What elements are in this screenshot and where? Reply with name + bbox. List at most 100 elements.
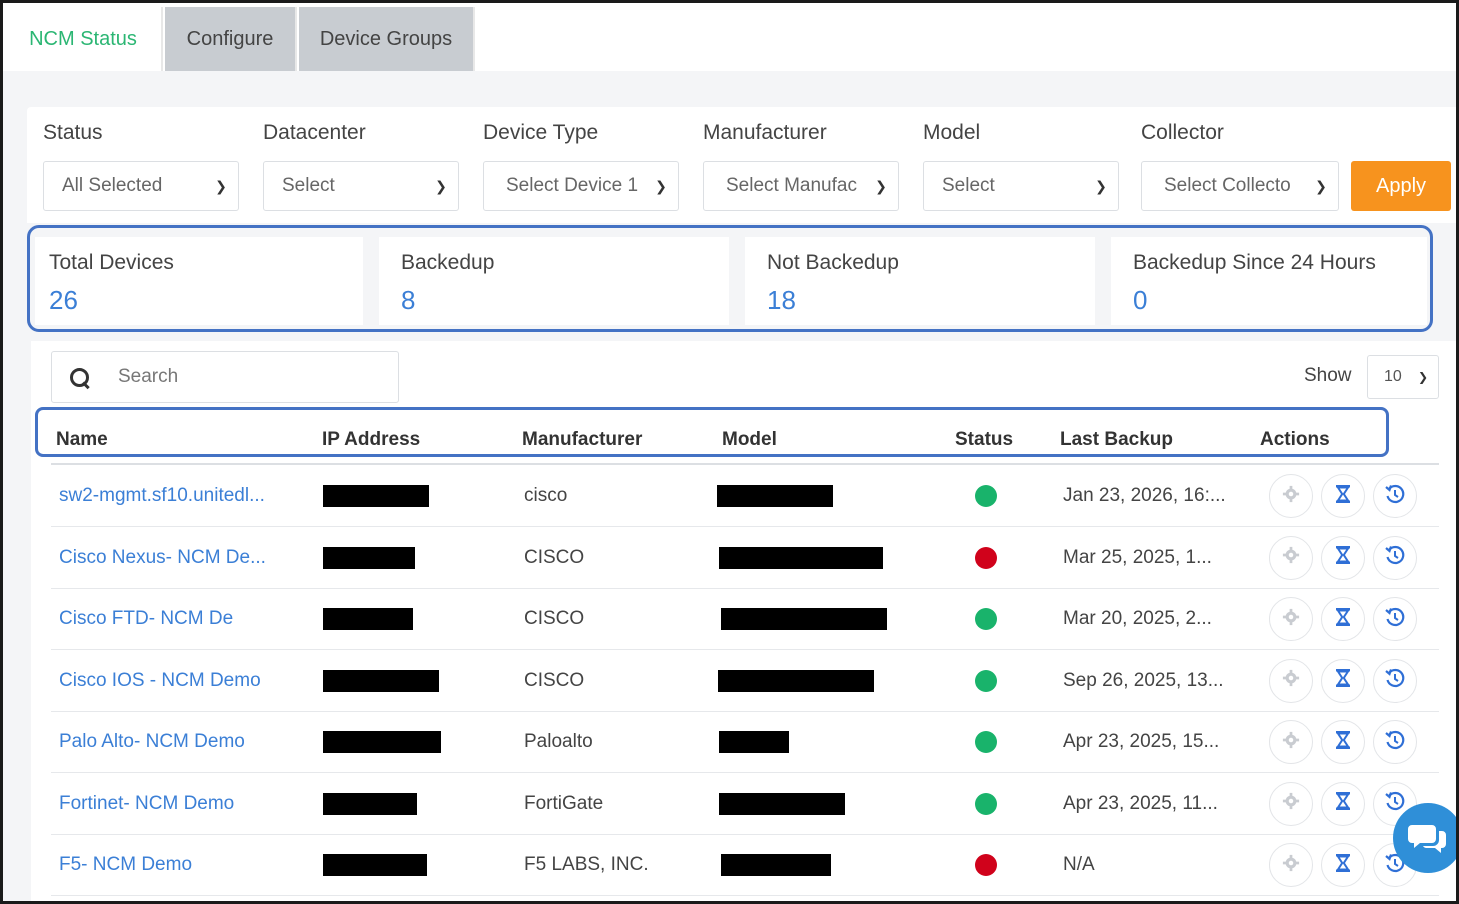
settings-button[interactable]: [1269, 535, 1313, 580]
table-row: Cisco FTD- NCM De CISCO Mar 20, 2025, 2...: [51, 588, 1439, 650]
restore-history-button[interactable]: [1373, 720, 1417, 764]
status-indicator: [975, 588, 997, 650]
schedule-button[interactable]: [1321, 658, 1365, 703]
ip-address-redacted: [323, 773, 417, 835]
hourglass-icon: [1334, 545, 1352, 570]
search-icon: [70, 368, 89, 387]
column-header-last-backup[interactable]: Last Backup: [1060, 429, 1173, 451]
status-indicator: [975, 527, 997, 589]
hourglass-icon: [1334, 668, 1352, 693]
device-name-link[interactable]: Cisco FTD- NCM De: [59, 588, 233, 650]
settings-button[interactable]: [1269, 658, 1313, 703]
filter-label: Model: [923, 121, 981, 144]
ip-address-redacted: [323, 527, 415, 589]
device-name-link[interactable]: Cisco IOS - NCM Demo: [59, 650, 261, 712]
status-dot: [975, 854, 997, 876]
chevron-down-icon: ❯: [1417, 370, 1429, 384]
schedule-button[interactable]: [1321, 597, 1365, 641]
filter-label: Manufacturer: [703, 121, 827, 144]
manufacturer-cell: FortiGate: [524, 792, 604, 814]
history-icon: [1384, 667, 1406, 694]
settings-button[interactable]: [1269, 843, 1313, 887]
model-redacted: [721, 834, 831, 896]
table-row: F5- NCM Demo F5 LABS, INC. N/A: [51, 834, 1439, 896]
column-header-ip[interactable]: IP Address: [322, 429, 420, 451]
hourglass-icon: [1334, 730, 1352, 755]
model-redacted: [721, 588, 887, 650]
device-table-panel: Show 10 ❯ Name IP Address Manufacturer M…: [31, 341, 1456, 901]
status-indicator: [975, 773, 997, 835]
chevron-down-icon: ❯: [1095, 177, 1107, 194]
schedule-button[interactable]: [1321, 781, 1365, 826]
search-box[interactable]: [51, 351, 399, 403]
gear-icon: [1282, 608, 1300, 631]
settings-button[interactable]: [1269, 474, 1313, 518]
device-name-link[interactable]: F5- NCM Demo: [59, 834, 192, 896]
datacenter-select[interactable]: Select ❯: [263, 161, 459, 211]
filter-label: Status: [43, 121, 103, 144]
model-select[interactable]: Select ❯: [923, 161, 1119, 211]
column-header-model[interactable]: Model: [722, 429, 777, 451]
status-select[interactable]: All Selected ❯: [43, 161, 239, 211]
last-backup-cell: Mar 25, 2025, 1...: [1063, 546, 1212, 568]
hourglass-icon: [1334, 607, 1352, 632]
schedule-button[interactable]: [1321, 535, 1365, 580]
chat-button[interactable]: [1393, 803, 1456, 873]
column-header-status[interactable]: Status: [955, 429, 1013, 451]
manufacturer-cell: CISCO: [524, 669, 585, 691]
chevron-down-icon: ❯: [435, 177, 447, 194]
filter-label: Device Type: [483, 121, 599, 144]
history-icon: [1384, 729, 1406, 756]
hourglass-icon: [1334, 484, 1352, 509]
settings-button[interactable]: [1269, 720, 1313, 764]
restore-history-button[interactable]: [1373, 597, 1417, 641]
last-backup-cell: Mar 20, 2025, 2...: [1063, 608, 1212, 629]
tab-ncm-status[interactable]: NCM Status: [5, 7, 163, 71]
collector-select[interactable]: Select Collecto ❯: [1141, 161, 1339, 211]
device-name-link[interactable]: sw2-mgmt.sf10.unitedl...: [59, 465, 265, 527]
device-name-link[interactable]: Cisco Nexus- NCM De...: [59, 527, 266, 589]
column-header-actions: Actions: [1260, 429, 1330, 450]
tab-configure[interactable]: Configure: [165, 7, 297, 71]
apply-button[interactable]: Apply: [1351, 161, 1451, 211]
schedule-button[interactable]: [1321, 720, 1365, 764]
filter-label: Collector: [1141, 121, 1224, 144]
history-icon: [1384, 483, 1406, 510]
restore-history-button[interactable]: [1373, 535, 1417, 580]
status-dot: [975, 546, 997, 569]
chevron-down-icon: ❯: [215, 177, 227, 194]
search-input[interactable]: [118, 366, 378, 388]
column-header-name[interactable]: Name: [56, 429, 108, 451]
device-type-select[interactable]: Select Device 1 ❯: [483, 161, 679, 211]
app-frame: NCM Status Configure Device Groups Statu…: [0, 0, 1459, 904]
settings-button[interactable]: [1269, 781, 1313, 826]
show-label: Show: [1304, 365, 1352, 386]
column-header-manufacturer[interactable]: Manufacturer: [522, 429, 642, 451]
status-indicator: [975, 711, 997, 773]
chevron-down-icon: ❯: [655, 177, 667, 194]
manufacturer-cell: F5 LABS, INC.: [524, 854, 649, 875]
manufacturer-cell: cisco: [524, 485, 568, 506]
tab-device-groups[interactable]: Device Groups: [299, 7, 475, 71]
filter-panel: Status All Selected ❯ Datacenter Select …: [27, 107, 1456, 223]
schedule-button[interactable]: [1321, 474, 1365, 518]
table-row: sw2-mgmt.sf10.unitedl... cisco Jan 23, 202…: [51, 465, 1439, 527]
device-name-link[interactable]: Palo Alto- NCM Demo: [59, 711, 245, 773]
table-row: Palo Alto- NCM Demo Paloalto Apr 23, 2025,…: [51, 711, 1439, 773]
ip-address-redacted: [323, 588, 413, 650]
page-size-select[interactable]: 10 ❯: [1367, 355, 1439, 399]
status-indicator: [975, 650, 997, 712]
ip-address-redacted: [323, 650, 439, 712]
chevron-down-icon: ❯: [875, 177, 887, 194]
table-row: Fortinet- NCM Demo FortiGate Apr 23, 2025,…: [51, 773, 1439, 835]
schedule-button[interactable]: [1321, 843, 1365, 887]
settings-button[interactable]: [1269, 597, 1313, 641]
last-backup-cell: N/A: [1063, 854, 1095, 875]
device-name-link[interactable]: Fortinet- NCM Demo: [59, 773, 234, 835]
restore-history-button[interactable]: [1373, 658, 1417, 703]
manufacturer-select[interactable]: Select Manufac ❯: [703, 161, 899, 211]
ip-address-redacted: [323, 711, 441, 773]
restore-history-button[interactable]: [1373, 474, 1417, 518]
model-redacted: [717, 465, 833, 527]
gear-icon: [1282, 731, 1300, 754]
